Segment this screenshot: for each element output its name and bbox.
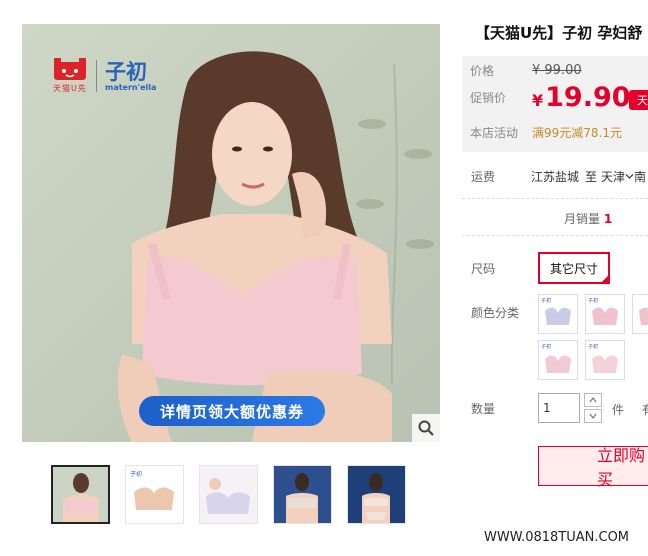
coupon-banner-button[interactable]: 详情页领大额优惠券 — [139, 396, 325, 426]
shipping-destination-select[interactable]: 天津 南 — [601, 168, 646, 185]
chevron-down-icon — [589, 413, 597, 419]
activity-row: 本店活动 满99元减78.1元 — [470, 124, 622, 141]
chevron-up-icon — [589, 397, 597, 403]
svg-text:子初: 子初 — [588, 343, 598, 350]
color-label: 颜色分类 — [471, 306, 520, 320]
shipping-label: 运费 — [471, 170, 496, 184]
model-photo — [117, 51, 392, 442]
monthly-sales: 月销量 1 — [564, 210, 612, 227]
thumbnail-1[interactable] — [51, 465, 110, 524]
quantity-decrease-button[interactable] — [584, 409, 602, 423]
selected-check-corner-icon — [600, 274, 610, 284]
promo-price-value: 19.90 — [545, 82, 631, 113]
currency-symbol: ¥ — [532, 91, 544, 110]
thumbnail-image — [53, 467, 108, 522]
thumbnail-5[interactable] — [347, 465, 406, 524]
activity-label: 本店活动 — [470, 126, 519, 140]
thumbnail-3[interactable] — [199, 465, 258, 524]
swatch-image: 子初 — [588, 297, 618, 325]
svg-text:子初: 子初 — [541, 297, 551, 304]
tmall-logo: 天猫U先 — [52, 58, 88, 94]
product-page: 天猫U先 子初 matern'ella 详情页领大额优惠券 子初 【天猫U先】子… — [0, 0, 648, 556]
section-divider — [462, 235, 648, 236]
size-option-text: 其它尺寸 — [549, 261, 598, 276]
original-price-label: 价格 — [470, 64, 495, 78]
monthly-sales-value: 1 — [603, 212, 613, 226]
monthly-sales-label: 月销量 — [564, 212, 601, 226]
shipping-row: 运费 江苏盐城 至 天津 南 — [471, 168, 646, 185]
svg-text:子初: 子初 — [541, 343, 551, 350]
thumbnail-image — [348, 466, 405, 523]
size-label: 尺码 — [471, 262, 496, 276]
shipping-destination-more: 南 — [634, 170, 647, 184]
zoom-button[interactable] — [412, 414, 440, 442]
chevron-down-icon — [625, 174, 634, 179]
thumbnail-image — [274, 466, 331, 523]
shipping-origin: 江苏盐城 — [531, 170, 580, 184]
swatch-image: 子初 — [588, 343, 618, 373]
product-title: 【天猫U先】子初 孕妇舒 — [475, 24, 643, 42]
shipping-destination: 天津 — [601, 170, 626, 184]
svg-text:子初: 子初 — [588, 297, 598, 304]
quantity-label: 数量 — [471, 402, 496, 416]
thumbnail-4[interactable] — [273, 465, 332, 524]
original-price-row: 价格 ¥ 99.00 — [470, 62, 582, 79]
main-product-image[interactable]: 天猫U先 子初 matern'ella 详情页领大额优惠券 — [22, 24, 440, 442]
buy-now-button[interactable]: 立即购买 — [538, 446, 648, 489]
thumbnail-2[interactable]: 子初 — [125, 465, 184, 524]
thumbnail-strip: 子初 — [51, 465, 406, 524]
size-option-selected[interactable]: 其它尺寸 — [538, 252, 610, 284]
price-panel: 价格 ¥ 99.00 促销价 ¥ 19.90 天 本店活动 满99元减78.1元 — [462, 56, 648, 152]
size-row: 尺码 — [471, 260, 537, 277]
svg-text:子初: 子初 — [130, 470, 142, 478]
promo-price-row: 促销价 ¥ 19.90 — [470, 82, 631, 113]
color-row: 颜色分类 — [471, 304, 537, 321]
magnifier-icon — [418, 420, 434, 436]
quantity-unit: 件 — [612, 403, 625, 417]
original-price-value: ¥ 99.00 — [532, 63, 582, 78]
stock-text: 有 — [642, 401, 648, 418]
tmall-cat-icon — [54, 58, 86, 80]
color-swatch-3[interactable] — [632, 294, 648, 334]
promo-price: ¥ 19.90 — [532, 82, 631, 113]
activity-text[interactable]: 满99元减78.1元 — [532, 124, 622, 141]
quantity-input[interactable]: 1 — [538, 393, 580, 423]
thumbnail-image: 子初 — [126, 466, 183, 523]
promo-price-label: 促销价 — [470, 91, 507, 105]
swatch-image: 子初 — [541, 343, 571, 373]
section-divider — [462, 198, 648, 199]
swatch-image: 子初 — [541, 297, 571, 325]
promo-tag-badge: 天 — [629, 90, 648, 110]
color-swatch-1[interactable]: 子初 — [538, 294, 578, 334]
quantity-increase-button[interactable] — [584, 393, 602, 407]
color-swatch-4[interactable]: 子初 — [538, 340, 578, 380]
tmall-logo-text: 天猫U先 — [53, 84, 87, 93]
color-swatch-5[interactable]: 子初 — [585, 340, 625, 380]
swatch-image — [639, 307, 648, 325]
site-watermark: WWW.0818TUAN.COM — [484, 530, 630, 545]
color-swatch-2[interactable]: 子初 — [585, 294, 625, 334]
quantity-row: 数量 — [471, 400, 537, 417]
shipping-to-text: 至 — [585, 170, 598, 184]
thumbnail-image — [200, 466, 257, 523]
